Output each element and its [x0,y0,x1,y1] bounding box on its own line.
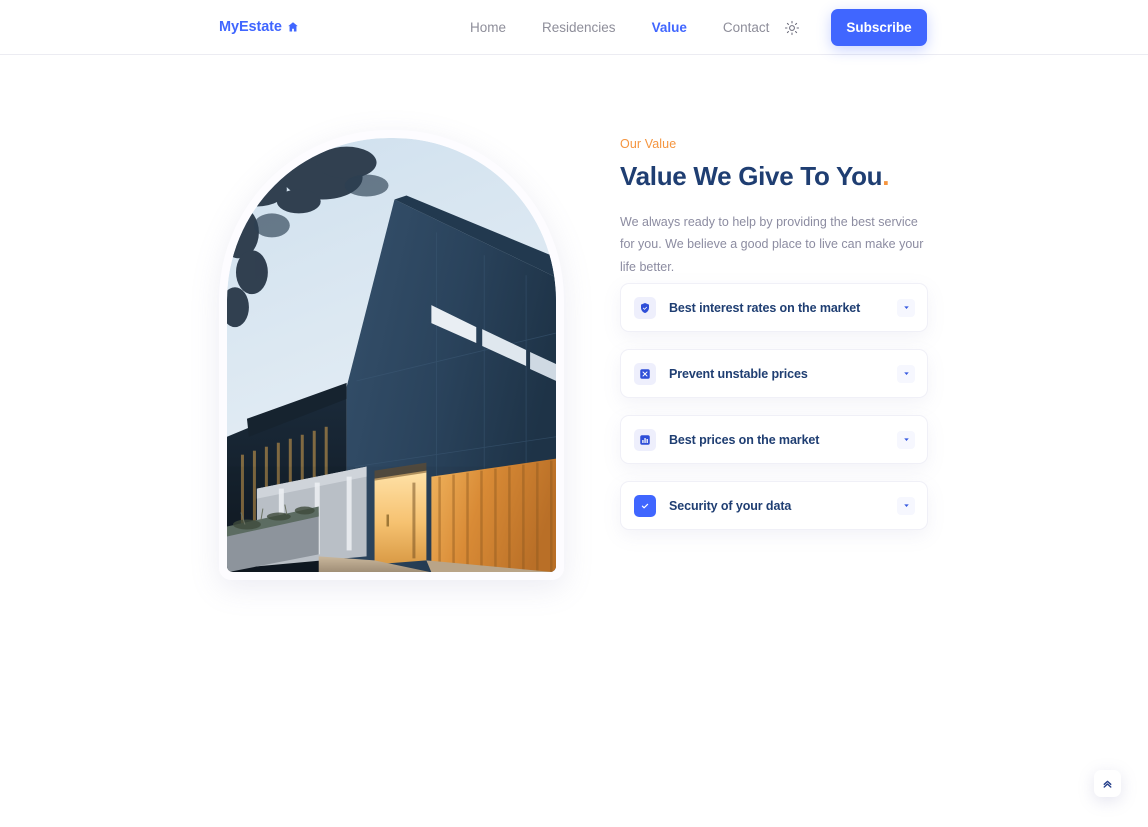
value-description: We always ready to help by providing the… [620,214,924,275]
main-nav: Home Residencies Value Contact [470,20,769,35]
page-root: MyEstate Home Residencies Value Contact [0,0,1148,827]
double-chevron-up-icon [1103,780,1112,788]
chevron-down-icon[interactable] [897,298,915,317]
value-image-frame [219,130,564,580]
value-title-dot: . [882,161,890,191]
accordion-item-data-security[interactable]: Security of your data [620,481,928,530]
accordion-label: Best prices on the market [669,432,820,447]
nav-item-residencies[interactable]: Residencies [542,20,616,35]
chevron-down-icon[interactable] [897,364,915,383]
accordion-item-unstable-prices[interactable]: Prevent unstable prices [620,349,928,398]
check-box-icon [634,494,656,517]
accordion-label: Best interest rates on the market [669,300,861,315]
value-eyebrow: Our Value [620,137,677,151]
value-title: Value We Give To You. [620,162,930,191]
accordion-item-best-prices[interactable]: Best prices on the market [620,415,928,464]
chevron-down-icon[interactable] [897,430,915,449]
value-house-image [227,138,556,572]
home-icon [287,21,299,33]
subscribe-button[interactable]: Subscribe [831,9,927,46]
value-section: Our Value Value We Give To You. We alway… [0,55,1148,600]
chevron-down-icon[interactable] [897,496,915,515]
nav-item-value[interactable]: Value [652,20,687,35]
accordion-item-interest-rates[interactable]: Best interest rates on the market [620,283,928,332]
bar-chart-icon [634,428,656,451]
site-header: MyEstate Home Residencies Value Contact [0,0,1148,55]
nav-item-home[interactable]: Home [470,20,506,35]
value-accordion: Best interest rates on the market Preven… [620,283,928,547]
scroll-to-top-button[interactable] [1094,770,1121,797]
close-box-icon [634,362,656,385]
brand-logo[interactable]: MyEstate [219,19,299,35]
logo-text: MyEstate [219,19,282,35]
nav-item-contact[interactable]: Contact [723,20,770,35]
sun-icon[interactable] [783,19,801,37]
value-text-block: Our Value Value We Give To You. We alway… [620,137,930,279]
accordion-label: Prevent unstable prices [669,366,808,381]
value-title-text: Value We Give To You [620,161,883,191]
shield-icon [634,296,656,319]
accordion-label: Security of your data [669,498,792,513]
